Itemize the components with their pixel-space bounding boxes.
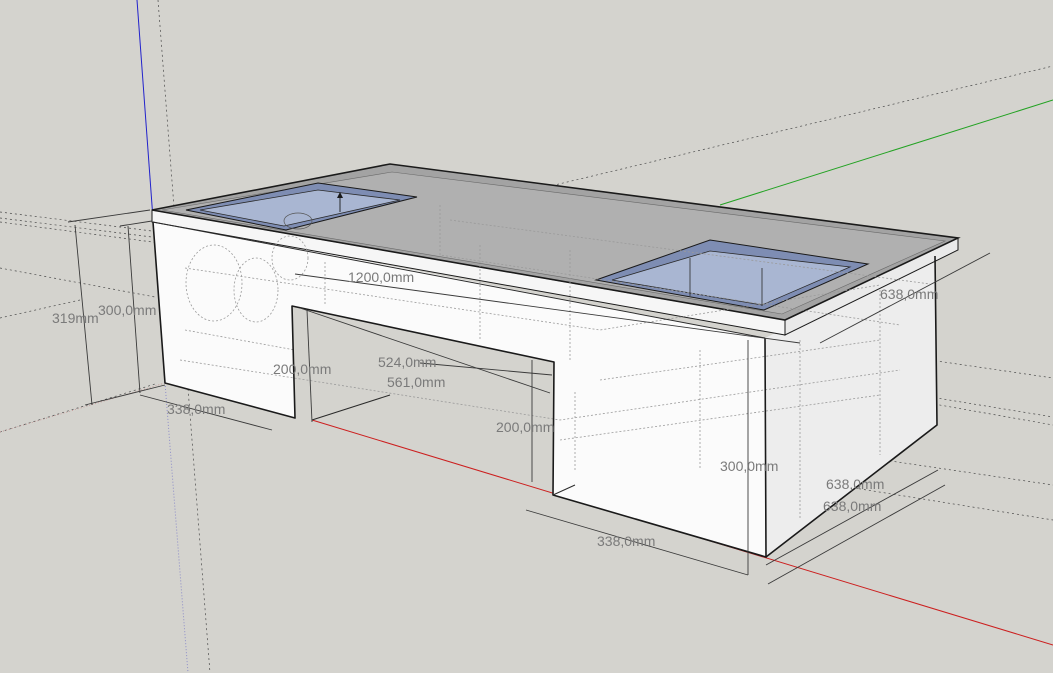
sketchup-viewport[interactable]: 1200,0mm 300,0mm 319mm 300,0mm 638,0mm 6… <box>0 0 1053 673</box>
dim-length-total: 1200,0mm <box>348 269 414 285</box>
dim-depth-bottom-1: 638,0mm <box>826 476 884 492</box>
dim-height-right: 300,0mm <box>720 458 778 474</box>
model-drawing: 1200,0mm 300,0mm 319mm 300,0mm 638,0mm 6… <box>0 0 1053 673</box>
dim-opening-width-outer: 561,0mm <box>387 374 445 390</box>
dim-opening-height-left: 200,0mm <box>273 361 331 377</box>
dim-height-overall: 319mm <box>52 310 99 326</box>
dim-height-left: 300,0mm <box>98 302 156 318</box>
dim-opening-height-right: 200,0mm <box>496 419 554 435</box>
dim-opening-width-inner: 524,0mm <box>378 354 436 370</box>
dim-depth-bottom-2: 638,0mm <box>823 498 881 514</box>
blue-axis-dotted <box>164 382 189 673</box>
dim-leg-right-width: 338,0mm <box>597 533 655 549</box>
dim-depth-top: 638,0mm <box>880 286 938 302</box>
dim-leg-left-width: 338,0mm <box>167 401 225 417</box>
green-axis <box>719 99 1053 206</box>
